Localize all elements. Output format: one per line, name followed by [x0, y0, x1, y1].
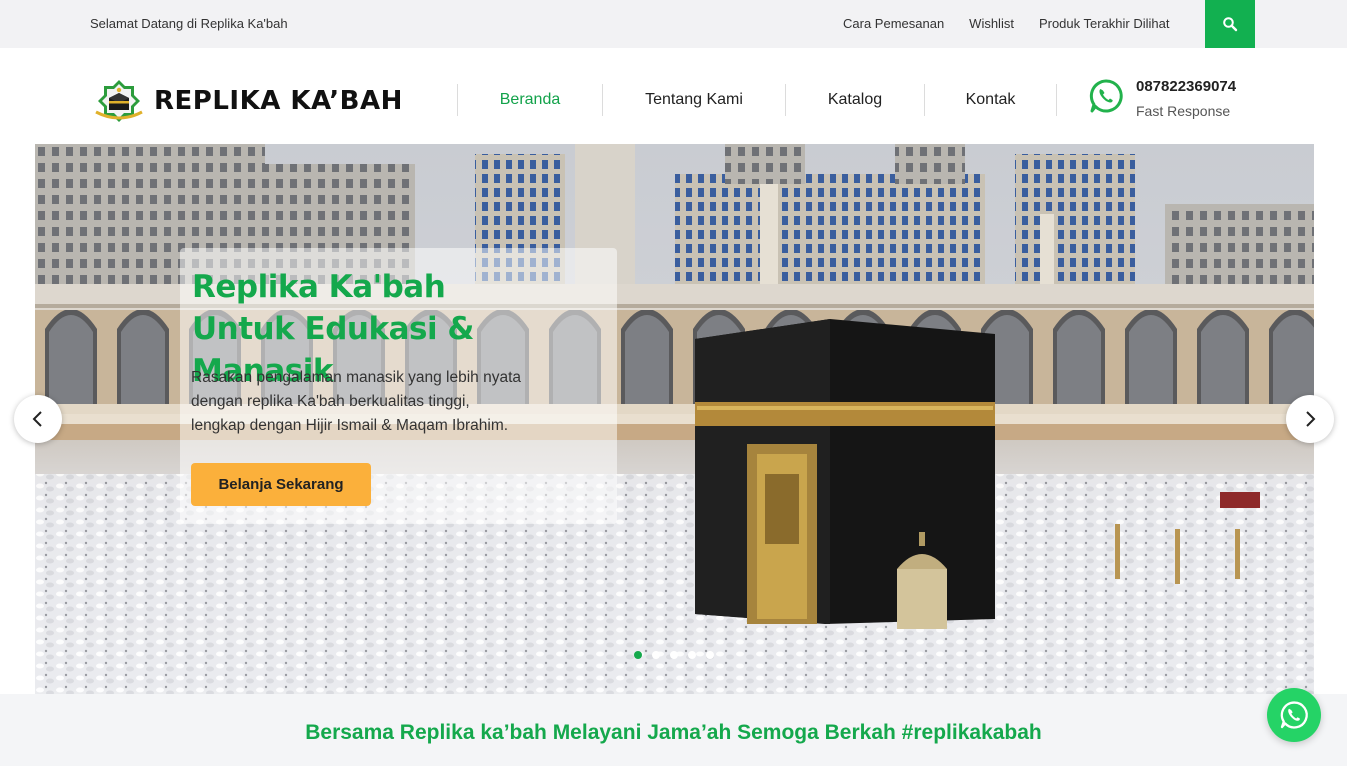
chevron-right-icon — [1306, 411, 1316, 427]
nav-divider — [1056, 84, 1057, 116]
whatsapp-icon — [1280, 701, 1308, 729]
link-cara-pemesanan[interactable]: Cara Pemesanan — [843, 16, 944, 31]
link-produk-terakhir[interactable]: Produk Terakhir Dilihat — [1039, 16, 1170, 31]
slider-dot-1[interactable] — [634, 651, 642, 659]
hero-caption-box: Replika Ka'bah Untuk Edukasi & Manasik R… — [180, 248, 617, 524]
hero-description-line-1: Rasakan pengalaman manasik yang lebih ny… — [191, 369, 522, 386]
phone-number[interactable]: 087822369074 — [1136, 78, 1236, 95]
nav-beranda[interactable]: Beranda — [458, 91, 602, 109]
slider-prev-button[interactable] — [14, 395, 62, 443]
slider-dot-3[interactable] — [670, 651, 678, 659]
hero-description-line-3: lengkap dengan Hijir Ismail & Maqam Ibra… — [191, 417, 509, 434]
nav-tentang-kami[interactable]: Tentang Kami — [603, 91, 785, 109]
top-links: Cara Pemesanan Wishlist Produk Terakhir … — [843, 16, 1170, 31]
shop-now-button[interactable]: Belanja Sekarang — [191, 463, 371, 506]
tagline-section: Bersama Replika ka’bah Melayani Jama’ah … — [0, 694, 1347, 766]
link-wishlist[interactable]: Wishlist — [969, 16, 1014, 31]
nav-kontak[interactable]: Kontak — [925, 91, 1056, 109]
chevron-left-icon — [32, 411, 42, 427]
slider-dot-4[interactable] — [688, 651, 696, 659]
top-bar: Selamat Datang di Replika Ka'bah Cara Pe… — [0, 0, 1347, 48]
whatsapp-chat-button[interactable] — [1267, 688, 1321, 742]
slider-dot-2[interactable] — [652, 651, 660, 659]
tagline-text: Bersama Replika ka’bah Melayani Jama’ah … — [305, 721, 1042, 744]
slider-dot-5[interactable] — [706, 651, 714, 659]
slider-next-button[interactable] — [1286, 395, 1334, 443]
whatsapp-icon — [1089, 79, 1123, 113]
nav-katalog[interactable]: Katalog — [786, 91, 924, 109]
main-header: REPLIKA KA’BAH Beranda Tentang Kami Kata… — [0, 48, 1347, 144]
hero-description-line-2: dengan replika Ka'bah berkualitas tinggi… — [191, 393, 470, 410]
slider-dots — [634, 651, 714, 659]
logo-text: REPLIKA KA’BAH — [154, 86, 403, 116]
fast-response-label: Fast Response — [1136, 103, 1231, 119]
hero-headline-line-1: Replika Ka'bah — [192, 269, 446, 305]
search-button[interactable] — [1205, 0, 1255, 48]
contact-block[interactable]: 087822369074 Fast Response — [1088, 78, 1236, 119]
hero-slider: Replika Ka'bah Untuk Edukasi & Manasik R… — [35, 144, 1314, 694]
hero-description: Rasakan pengalaman manasik yang lebih ny… — [191, 366, 591, 438]
search-icon — [1223, 17, 1238, 32]
welcome-text: Selamat Datang di Replika Ka'bah — [90, 16, 288, 31]
main-nav: Beranda Tentang Kami Katalog Kontak — [457, 84, 1057, 116]
kaaba-logo-icon — [95, 80, 143, 122]
site-logo[interactable]: REPLIKA KA’BAH — [92, 78, 403, 124]
